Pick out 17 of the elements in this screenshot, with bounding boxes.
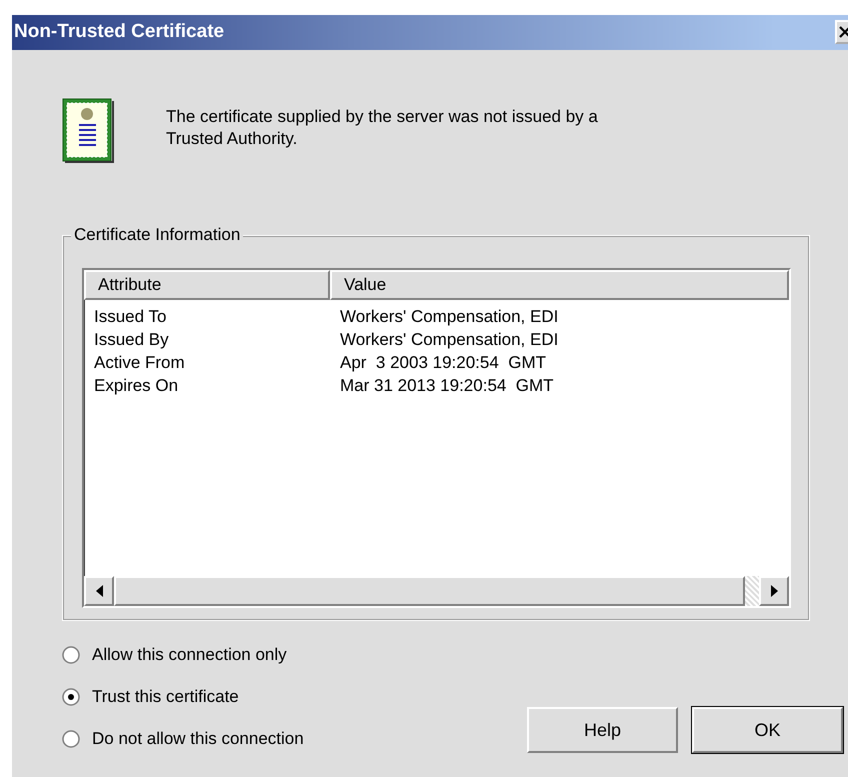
- warning-message: The certificate supplied by the server was not issued by a Trusted Authority.: [166, 106, 599, 150]
- table-cell-text: Active From: [93, 352, 186, 374]
- column-header[interactable]: Attribute: [84, 270, 330, 300]
- table-cell-text: Issued To: [93, 306, 168, 328]
- column-header[interactable]: Value: [330, 270, 789, 300]
- table-cell-text: Workers' Compensation, EDI: [339, 306, 558, 328]
- table-cell-text: Issued By: [93, 329, 170, 351]
- option-label[interactable]: Trust this certificate: [92, 685, 239, 708]
- table-cell-text: Apr 3 2003 19:20:54 GMT: [339, 352, 546, 374]
- table-cell-text: Mar 31 2013 19:20:54 GMT: [339, 375, 554, 397]
- ok-button[interactable]: OK: [692, 707, 843, 753]
- window-title: Non-Trusted Certificate: [13, 20, 224, 44]
- table-cell-text: Expires On: [93, 375, 180, 397]
- help-button[interactable]: Help: [527, 707, 678, 753]
- table-cell-text: Workers' Compensation, EDI: [339, 329, 558, 351]
- option-label[interactable]: Allow this connection only: [92, 643, 287, 666]
- option-label[interactable]: Do not allow this connection: [92, 727, 304, 750]
